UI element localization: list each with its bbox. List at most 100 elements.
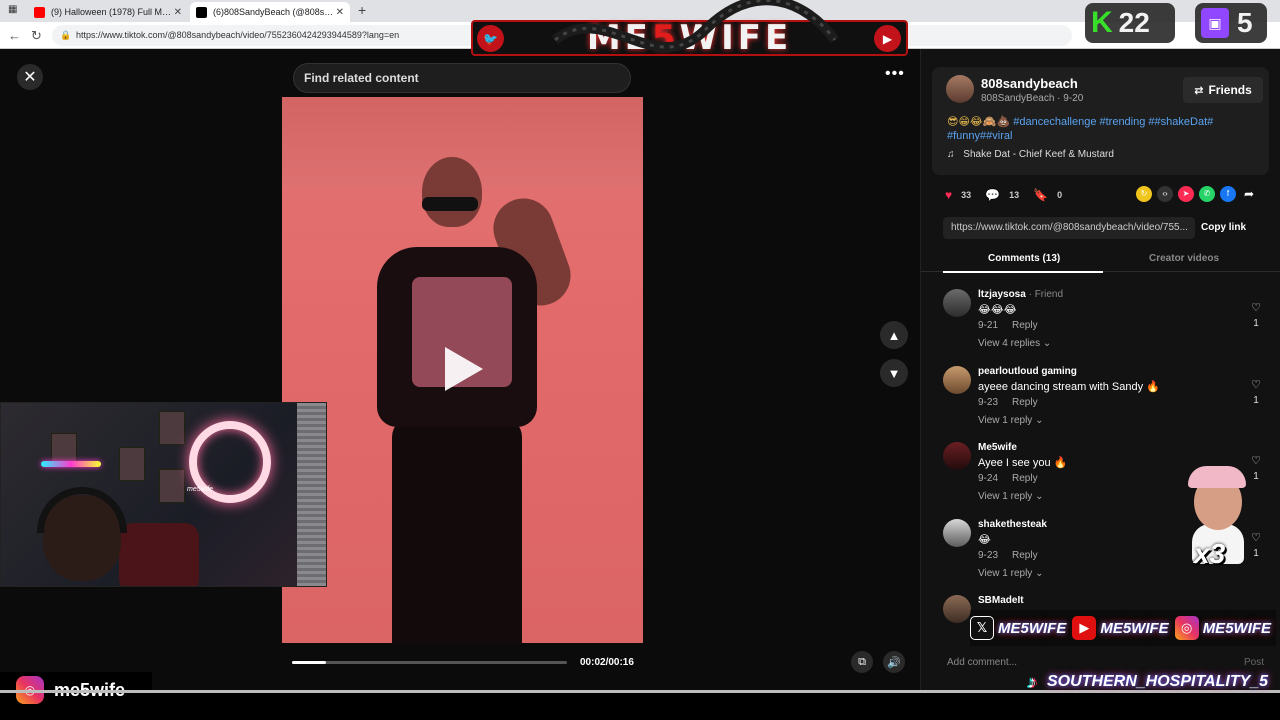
play-icon[interactable] (445, 347, 483, 391)
comment-like-icon[interactable]: ♡ (1249, 531, 1263, 544)
copy-link-button[interactable]: Copy link (1201, 217, 1246, 239)
facebook-icon[interactable]: f (1220, 186, 1236, 202)
sunglasses (422, 197, 478, 211)
comment-text: Ayee I see you 🔥 (978, 457, 1068, 469)
comment-like-count: 1 (1253, 395, 1259, 406)
reply-button[interactable]: Reply (1012, 473, 1038, 484)
avatar[interactable] (943, 366, 971, 394)
avatar[interactable] (943, 519, 971, 547)
repost-icon[interactable]: ↻ (1136, 186, 1152, 202)
tab-youtube[interactable]: (9) Halloween (1978) Full Movie - ✕ (28, 2, 188, 22)
comment-like-count: 1 (1253, 471, 1259, 482)
kick-count: 22 (1118, 7, 1150, 38)
youtube-icon: ▶ (1072, 616, 1097, 640)
video-link-field[interactable]: https://www.tiktok.com/@808sandybeach/vi… (943, 217, 1195, 239)
view-replies-button[interactable]: View 1 reply ⌄ (978, 415, 1043, 426)
reply-button[interactable]: Reply (1012, 397, 1038, 408)
whatsapp-icon[interactable]: ✆ (1199, 186, 1215, 202)
comment-like-icon[interactable]: ♡ (1249, 301, 1263, 314)
save-count: 0 (1057, 190, 1063, 200)
comment-meta: 9-24 Reply (978, 473, 1038, 484)
avatar[interactable] (943, 595, 971, 623)
tab-creator-videos[interactable]: Creator videos (1149, 253, 1219, 264)
next-video-button[interactable]: ▼ (880, 359, 908, 387)
reply-button[interactable]: Reply (1012, 550, 1038, 561)
comment-meta: 9-23 Reply (978, 550, 1038, 561)
send-icon[interactable]: ➤ (1178, 186, 1194, 202)
new-tab-icon[interactable]: + (358, 2, 366, 18)
view-replies-button[interactable]: View 1 reply ⌄ (978, 491, 1043, 502)
close-tab-icon[interactable]: ✕ (174, 7, 182, 18)
url-text: https://www.tiktok.com/@808sandybeach/vi… (76, 30, 400, 40)
twitch-logo-icon: ▣ (1201, 8, 1229, 38)
avatar[interactable] (946, 75, 974, 103)
add-comment-input[interactable]: Add comment... (947, 657, 1017, 668)
video-player[interactable] (282, 97, 643, 643)
close-button[interactable]: ✕ (17, 64, 43, 90)
bookmark-icon[interactable]: 🔖 (1033, 188, 1048, 202)
volume-icon[interactable]: 🔊 (883, 651, 905, 673)
view-replies-button[interactable]: View 4 replies ⌄ (978, 338, 1051, 349)
tiktok-favicon-icon (196, 6, 207, 18)
wall-poster (159, 411, 185, 445)
comment-author[interactable]: shakethesteak (978, 519, 1047, 530)
view-replies-button[interactable]: View 1 reply ⌄ (978, 568, 1043, 579)
tab-menu-icon[interactable]: ▦ (8, 4, 17, 15)
avatar[interactable] (943, 289, 971, 317)
comment-text: 😂😂😂 (978, 304, 1017, 316)
search-input[interactable]: Find related content (293, 63, 631, 93)
reply-button[interactable]: Reply (1012, 320, 1038, 331)
comment-like-count: 1 (1253, 318, 1259, 329)
friends-icon: ⇄ (1194, 84, 1204, 97)
kick-follower-counter: K 22 (1085, 3, 1175, 43)
pip-icon[interactable]: ⧉ (851, 651, 873, 673)
username[interactable]: 808sandybeach (981, 76, 1078, 91)
close-tab-icon[interactable]: ✕ (336, 7, 344, 18)
friends-button[interactable]: ⇄ Friends (1183, 77, 1263, 103)
comment-author[interactable]: pearloutloud gaming (978, 366, 1077, 377)
reload-icon[interactable]: ↻ (31, 28, 42, 44)
caption-emojis: 😎😁😂🙈💩 (947, 116, 1011, 128)
comment-like-icon[interactable]: ♡ (1249, 454, 1263, 467)
tab-tiktok[interactable]: (6)808SandyBeach (@808sandyb ✕ (190, 2, 350, 22)
x-handle: 𝕏 ME5WIFE (970, 616, 1066, 640)
video-area: ✕ Find related content ••• ▲ ▼ 00:02/00:… (0, 49, 920, 690)
comment-icon[interactable]: 💬 (985, 188, 1000, 202)
led-strip (41, 461, 101, 467)
active-tab-indicator (943, 271, 1103, 273)
avatar[interactable] (943, 442, 971, 470)
back-icon[interactable]: ← (8, 28, 21, 43)
video-progress-bar[interactable] (292, 661, 567, 664)
comment-author[interactable]: SBMadeIt (978, 595, 1024, 606)
previous-video-button[interactable]: ▲ (880, 321, 908, 349)
music-label[interactable]: ♫ Shake Dat - Chief Keef & Mustard (947, 149, 1114, 160)
dancer-head (422, 157, 482, 227)
webcam-feed: me5wife (0, 402, 327, 587)
music-title: Shake Dat - Chief Keef & Mustard (963, 149, 1114, 160)
wall-poster (159, 469, 185, 503)
tiktok-handle: ♪ SOUTHERN_HOSPITALITY_5 (1021, 666, 1269, 698)
like-heart-icon[interactable]: ♥ (945, 188, 952, 202)
tiktok-icon: ♪ (1027, 671, 1037, 692)
embed-icon[interactable]: ‹› (1157, 186, 1173, 202)
webcam-watermark: me5wife (187, 486, 214, 493)
comment-text: 😂 (978, 534, 991, 546)
instagram-icon: ◎ (1174, 616, 1199, 640)
engagement-stats: ♥ 33 💬 13 🔖 0 (945, 187, 1076, 203)
dancer-legs (392, 417, 522, 643)
twitter-icon: 🐦 (477, 25, 504, 52)
comment-like-icon[interactable]: ♡ (1249, 378, 1263, 391)
comment-author[interactable]: ltzjaysosa · Friend (978, 289, 1063, 300)
user-subtitle: 808SandyBeach · 9-20 (981, 93, 1084, 104)
tab-comments[interactable]: Comments (13) (988, 253, 1060, 264)
comment-like-count: 1 (1253, 548, 1259, 559)
stream-logo-text: ME5WIFE (586, 18, 793, 58)
description-card: 808sandybeach 808SandyBeach · 9-20 ⇄ Fri… (932, 67, 1269, 175)
comment-text: ayeee dancing stream with Sandy 🔥 (978, 381, 1160, 393)
comment-author[interactable]: Me5wife (978, 442, 1017, 453)
more-options-icon[interactable]: ••• (885, 65, 905, 83)
stream-screen: ▦ (9) Halloween (1978) Full Movie - ✕ (6… (0, 0, 1280, 720)
like-count: 33 (961, 190, 972, 200)
share-arrow-icon[interactable]: ➦ (1241, 186, 1257, 202)
tab-title: (9) Halloween (1978) Full Movie - (51, 7, 174, 17)
